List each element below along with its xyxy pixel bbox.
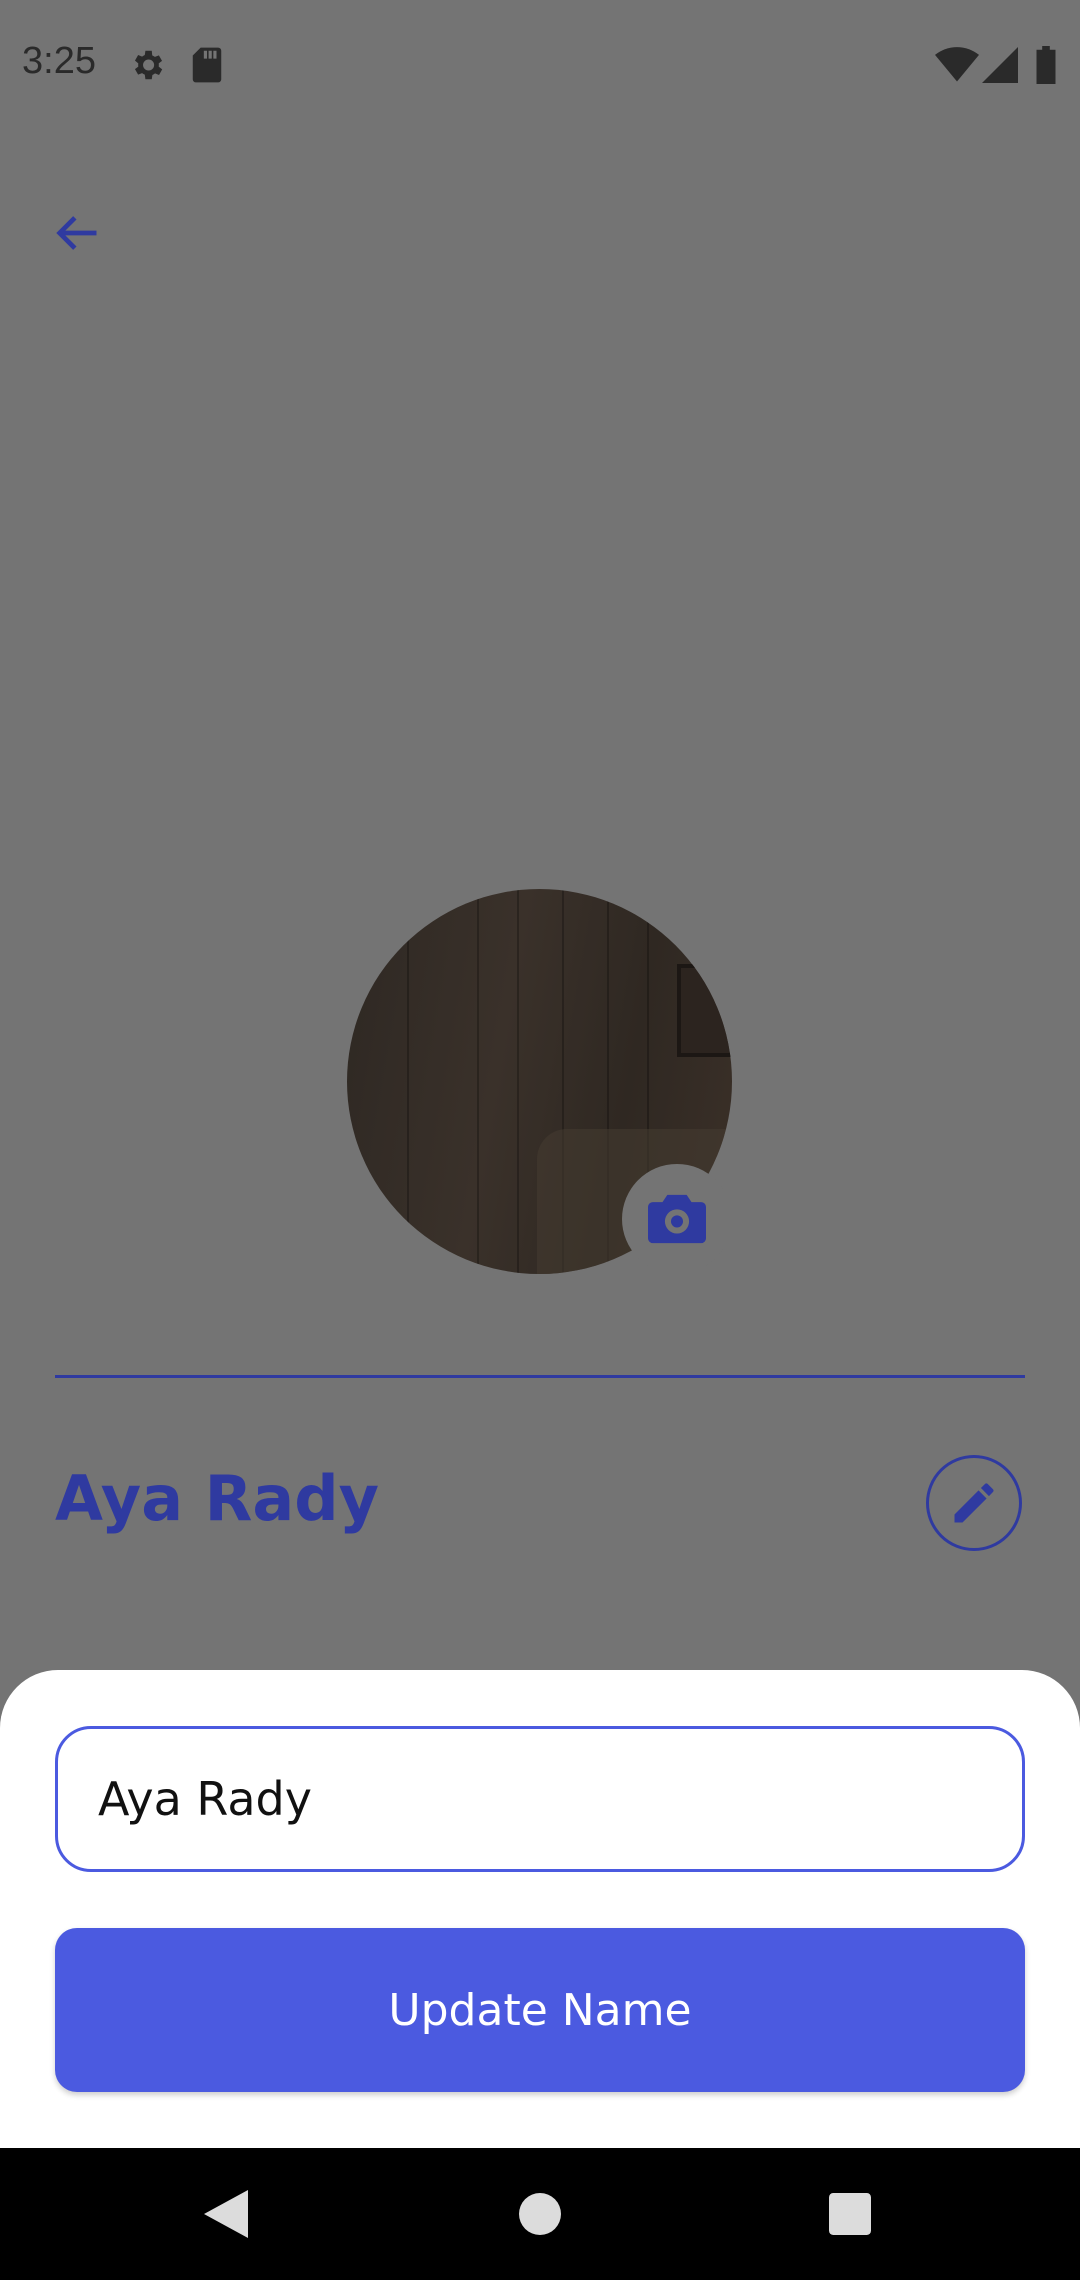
nav-home-button[interactable]	[480, 2148, 600, 2280]
bottom-sheet: Update Name	[0, 1670, 1080, 2148]
update-name-button[interactable]: Update Name	[55, 1928, 1025, 2092]
nav-back-button[interactable]	[166, 2148, 286, 2280]
pencil-icon	[954, 1483, 994, 1523]
camera-icon	[648, 1194, 706, 1244]
gear-icon	[128, 46, 166, 88]
navigation-bar	[0, 2148, 1080, 2280]
status-time: 3:25	[22, 40, 96, 82]
battery-icon	[1034, 46, 1058, 88]
back-triangle-icon	[204, 2190, 248, 2238]
signal-icon	[982, 46, 1018, 88]
moon-icon	[998, 205, 1027, 261]
profile-name: Aya Rady	[55, 1462, 379, 1535]
nav-recents-button[interactable]	[790, 2148, 910, 2280]
sd-card-icon	[190, 46, 224, 88]
picture-frame	[677, 964, 732, 1057]
arrow-left-icon	[56, 216, 97, 250]
theme-toggle-button[interactable]	[980, 196, 1054, 270]
home-circle-icon	[519, 2193, 561, 2235]
change-photo-button[interactable]	[622, 1164, 732, 1274]
name-input[interactable]	[55, 1726, 1025, 1872]
divider	[55, 1375, 1025, 1378]
recents-square-icon	[829, 2193, 871, 2235]
wifi-icon	[935, 46, 979, 88]
profile-screen: 3:25 Aya Rady Aya Rady Update Name	[0, 0, 1080, 2280]
status-bar: 3:25	[0, 0, 1080, 136]
back-button[interactable]	[40, 196, 114, 270]
edit-name-button[interactable]	[926, 1455, 1022, 1551]
